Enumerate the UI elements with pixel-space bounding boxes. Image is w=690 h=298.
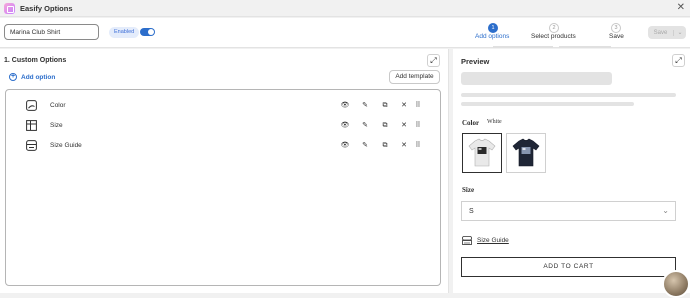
edit-icon[interactable]: ✎ bbox=[360, 101, 370, 111]
duplicate-icon[interactable]: ⧉ bbox=[380, 121, 390, 131]
chevron-down-icon[interactable]: ⌄ bbox=[674, 29, 686, 36]
eye-icon[interactable]: 👁 bbox=[340, 121, 350, 131]
enabled-toggle[interactable] bbox=[140, 28, 155, 36]
options-list: Color 👁 ✎ ⧉ ✕ ⠿ Size 👁 ✎ ⧉ ✕ ⠿ Size Guid… bbox=[5, 89, 441, 286]
eye-icon[interactable]: 👁 bbox=[340, 141, 350, 151]
preview-title: Preview bbox=[461, 57, 490, 66]
tshirt-navy-image bbox=[512, 138, 540, 167]
title-bar: Easify Options ✕ bbox=[0, 0, 690, 17]
color-option-label: Color bbox=[462, 119, 480, 127]
swatch-navy-shirt[interactable] bbox=[506, 133, 546, 173]
size-select[interactable]: S ⌄ bbox=[461, 201, 676, 221]
add-template-button[interactable]: Add template bbox=[389, 70, 440, 84]
add-to-cart-button[interactable]: ADD TO CART bbox=[461, 257, 676, 277]
tshirt-white-image bbox=[468, 138, 496, 167]
drag-handle-icon[interactable]: ⠿ bbox=[413, 121, 423, 131]
save-button-label: Save bbox=[648, 29, 674, 36]
option-label: Size Guide bbox=[50, 142, 82, 149]
drag-handle-icon[interactable]: ⠿ bbox=[413, 141, 423, 151]
app-title: Easify Options bbox=[20, 3, 73, 13]
swatch-white-shirt[interactable] bbox=[462, 133, 502, 173]
edit-icon[interactable]: ✎ bbox=[360, 141, 370, 151]
table-icon bbox=[26, 120, 37, 131]
step-1-label[interactable]: Add options bbox=[475, 33, 509, 40]
skeleton-line bbox=[461, 102, 634, 106]
preview-panel: Preview ⤢ Color White Size S ⌄ Size Guid… bbox=[453, 49, 690, 293]
avatar[interactable] bbox=[662, 270, 690, 298]
drag-handle-icon[interactable]: ⠿ bbox=[413, 101, 423, 111]
chevron-down-icon: ⌄ bbox=[662, 206, 669, 215]
color-selected-value: White bbox=[487, 119, 502, 125]
skeleton-line bbox=[461, 93, 676, 97]
skeleton-title bbox=[461, 72, 612, 85]
size-guide-icon bbox=[26, 140, 37, 151]
ruler-icon bbox=[462, 236, 472, 245]
list-item[interactable]: Size Guide 👁 ✎ ⧉ ✕ ⠿ bbox=[6, 136, 440, 156]
step-3-marker[interactable]: 3 bbox=[611, 23, 621, 33]
delete-icon[interactable]: ✕ bbox=[399, 101, 409, 111]
step-2-label[interactable]: Select products bbox=[531, 33, 576, 40]
option-label: Color bbox=[50, 102, 66, 109]
app-logo-icon bbox=[4, 2, 15, 14]
custom-options-panel: 1. Custom Options ⤢ + Add option Add tem… bbox=[0, 49, 449, 293]
expand-icon[interactable]: ⤢ bbox=[427, 54, 440, 67]
add-option-label: Add option bbox=[21, 73, 56, 81]
option-set-name-input[interactable] bbox=[4, 24, 99, 40]
duplicate-icon[interactable]: ⧉ bbox=[380, 141, 390, 151]
add-option-button[interactable]: + Add option bbox=[9, 73, 55, 81]
size-option-label: Size bbox=[462, 186, 475, 194]
step-1-marker[interactable]: 1 bbox=[488, 23, 498, 33]
plus-circle-icon: + bbox=[9, 73, 17, 81]
duplicate-icon[interactable]: ⧉ bbox=[380, 101, 390, 111]
delete-icon[interactable]: ✕ bbox=[399, 121, 409, 131]
expand-icon[interactable]: ⤢ bbox=[672, 54, 685, 67]
step-3-label[interactable]: Save bbox=[609, 33, 624, 40]
option-label: Size bbox=[50, 122, 63, 129]
size-guide-label: Size Guide bbox=[477, 237, 509, 244]
step-2-marker[interactable]: 2 bbox=[549, 23, 559, 33]
list-item[interactable]: Color 👁 ✎ ⧉ ✕ ⠿ bbox=[6, 96, 440, 116]
close-icon[interactable]: ✕ bbox=[677, 2, 685, 13]
eye-icon[interactable]: 👁 bbox=[340, 101, 350, 111]
status-badge: Enabled bbox=[109, 27, 140, 38]
size-selected-value: S bbox=[469, 208, 474, 215]
stepper-connector bbox=[559, 46, 611, 48]
save-button[interactable]: Save ⌄ bbox=[648, 26, 686, 39]
stepper-connector bbox=[493, 46, 553, 48]
swatch-icon bbox=[26, 100, 37, 111]
edit-icon[interactable]: ✎ bbox=[360, 121, 370, 131]
size-guide-link[interactable]: Size Guide bbox=[462, 236, 509, 245]
delete-icon[interactable]: ✕ bbox=[399, 141, 409, 151]
header-bar: Enabled 1 Add options 2 Select products … bbox=[0, 18, 690, 48]
section-title: 1. Custom Options bbox=[4, 57, 67, 64]
list-item[interactable]: Size 👁 ✎ ⧉ ✕ ⠿ bbox=[6, 116, 440, 136]
